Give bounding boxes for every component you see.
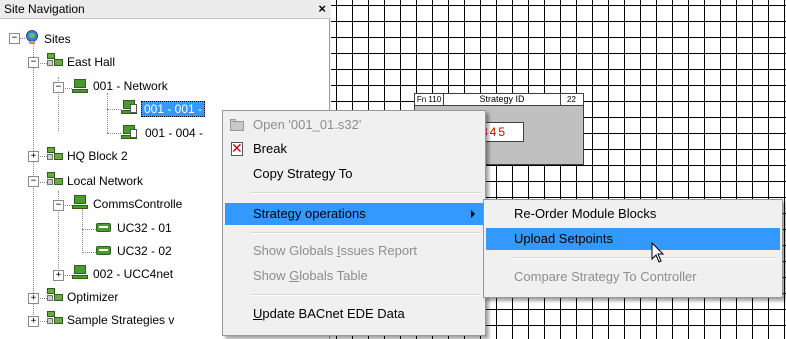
collapse-sites-toggle[interactable]: − (9, 33, 20, 44)
network-icon (47, 147, 63, 161)
menu-item-show-globals-table[interactable]: Show Globals Table (225, 265, 483, 287)
menu-item-open[interactable]: Open '001_01.s32' (225, 114, 483, 136)
menu-separator (512, 257, 776, 259)
menu-item-upload-setpoints[interactable]: Upload Setpoints (486, 228, 780, 250)
strategy-id-value: 345 (480, 122, 524, 142)
menu-item-break[interactable]: ✕ Break (225, 138, 483, 160)
collapse-east-hall-toggle[interactable]: − (28, 57, 39, 68)
expand-sample-strategies-toggle[interactable]: + (28, 316, 39, 327)
open-folder-icon (229, 117, 245, 133)
controller-strategy-icon (121, 125, 137, 139)
menu-separator (251, 232, 481, 234)
unit-controller-icon (96, 243, 112, 257)
panel-title-bar: Site Navigation × (0, 0, 330, 19)
network-icon (47, 288, 63, 302)
tree-line (82, 252, 96, 253)
network-icon (47, 53, 63, 67)
tree-line (107, 109, 121, 110)
module-header: Fn 110 Strategy ID 22 (415, 94, 583, 106)
unit-controller-icon (96, 220, 112, 234)
menu-item-strategy-operations[interactable]: Strategy operations (225, 203, 483, 225)
strategy-operations-submenu: Re-Order Module Blocks Upload Setpoints … (483, 199, 783, 298)
menu-item-compare-strategy[interactable]: Compare Strategy To Controller (486, 266, 780, 288)
menu-item-reorder-blocks[interactable]: Re-Order Module Blocks (486, 203, 780, 225)
computer-icon (72, 195, 88, 209)
expand-hq-block-2-toggle[interactable]: + (28, 151, 39, 162)
tree-line (107, 133, 121, 134)
network-icon (47, 311, 63, 325)
controller-strategy-icon (121, 100, 137, 114)
menu-separator (251, 192, 481, 194)
collapse-local-network-toggle[interactable]: − (28, 176, 39, 187)
menu-item-update-bacnet[interactable]: Update BACnet EDE Data (225, 303, 483, 325)
computer-icon (72, 79, 88, 93)
mouse-pointer-icon (651, 242, 665, 263)
submenu-arrow-icon (471, 210, 475, 218)
menu-item-show-globals-issues[interactable]: Show Globals Issues Report (225, 240, 483, 262)
menu-separator (251, 294, 481, 296)
globe-icon (25, 30, 41, 44)
break-icon: ✕ (231, 141, 243, 157)
tree-line (82, 229, 96, 230)
module-title: Strategy ID (444, 94, 561, 105)
computer-icon (72, 265, 88, 279)
module-number: 22 (567, 95, 576, 104)
tree-line (107, 93, 108, 133)
tree-line (82, 209, 83, 251)
expand-ucc4net-toggle[interactable]: + (53, 270, 64, 281)
collapse-network-001-toggle[interactable]: − (53, 82, 64, 93)
expand-optimizer-toggle[interactable]: + (28, 293, 39, 304)
context-menu: Open '001_01.s32' ✕ Break Copy Strategy … (222, 110, 486, 336)
network-icon (47, 172, 63, 186)
close-icon[interactable]: × (318, 1, 326, 16)
panel-title: Site Navigation (4, 2, 85, 16)
collapse-comms-controller-toggle[interactable]: − (53, 200, 64, 211)
module-function-number: Fn 110 (415, 94, 444, 105)
menu-item-copy-strategy[interactable]: Copy Strategy To (225, 163, 483, 185)
